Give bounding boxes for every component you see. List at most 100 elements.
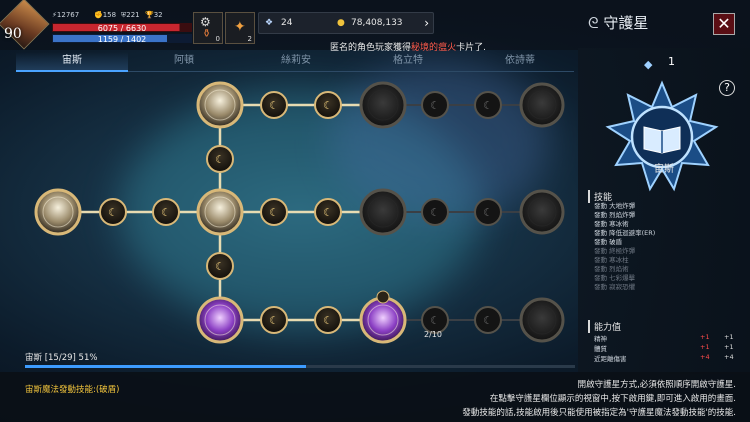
stat-total: +1 [724,343,734,351]
locked-moon-node[interactable]: ☾ [421,91,449,119]
crescent-moon-icon: ☾ [215,260,225,273]
crescent-moon-icon: ☾ [269,99,279,112]
crescent-moon-icon: ☾ [269,314,279,327]
crescent-moon-icon: ☾ [430,314,440,327]
close-button[interactable]: ✕ [713,13,735,35]
moon-node[interactable]: ☾ [314,306,342,334]
bottom-bar: 宙斯魔法發動技能:(破盾) 開啟守護星方式,必須依照順序開啟守護星. 在點擊守護… [0,372,750,422]
detail-panel: ◆ 1 ? 宙斯 技能 發動 大地炸彈 發動 烈焰炸彈 發動 寒冰術 發動 降低迴避率… [578,48,750,374]
tab-silian[interactable]: 絲莉安 [240,52,352,70]
locked-moon-node[interactable]: ☾ [474,306,502,334]
tab-bar: 宙斯 阿頓 絲莉安 格立特 依詩蒂 [16,52,574,72]
skill-item: 發動 終極炸彈 [594,247,636,255]
crescent-moon-icon: ☾ [430,206,440,219]
mp-text: 1159 / 1402 [97,35,147,44]
currency-bar[interactable]: ❖ 24 ● 78,408,133 › [258,12,434,34]
skill-item: 發動 烈焰術 [594,265,629,273]
info-line: 開啟守護星方式,必須依照順序開啟守護星. [577,380,736,390]
settings-slot[interactable]: ⚙ ⚱ 0 [193,12,223,44]
locked-node[interactable] [359,188,407,236]
moon-node[interactable]: ☾ [99,198,127,226]
skill-item: 發動 破盾 [594,238,623,246]
locked-moon-node[interactable]: ☾ [474,198,502,226]
locked-node[interactable] [519,82,565,128]
coin-icon: ● [337,18,345,28]
hp-bar: 6075 / 6630 [52,23,192,33]
potion-icon: ⚱ [202,27,212,40]
moon-node[interactable]: ☾ [314,198,342,226]
stat-power: ⚡12767 [52,11,80,19]
locked-node[interactable] [359,81,407,129]
star-node[interactable] [196,188,244,236]
stat-name: 體質 [594,345,607,353]
item-slot[interactable]: ✦ 2 [225,12,255,44]
progress-label: 宙斯 [15/29] 51% [25,353,98,363]
hp-text: 6075 / 6630 [97,24,147,33]
crystal-icon: ❖ [265,18,274,28]
avatar[interactable] [0,0,50,50]
zeus-emblem-icon [605,80,719,192]
moon-node[interactable]: ☾ [206,252,234,280]
stat-trophy: 🏆32 [145,11,163,19]
slot-count: 0 [215,35,220,43]
tab-zeus[interactable]: 宙斯 [16,52,128,72]
stat-total: +4 [724,353,734,361]
skill-item: 發動 大地炸彈 [594,202,636,210]
tab-aton[interactable]: 阿頓 [128,52,240,70]
crescent-moon-icon: ☾ [323,314,333,327]
moon-node[interactable]: ☾ [260,91,288,119]
crescent-moon-icon: ☾ [269,206,279,219]
tab-yishidi[interactable]: 依詩蒂 [464,52,576,70]
gem-count: 1 [668,55,675,68]
skill-item: 發動 烈焰炸彈 [594,211,636,219]
moon-node[interactable]: ☾ [206,145,234,173]
info-line: 發動技能的話,技能啟用後只能使用被指定為'守護星魔法發動技能'的技能. [462,408,736,418]
moon-node[interactable]: ☾ [152,198,180,226]
mp-bar: 1159 / 1402 [52,34,192,44]
locked-node[interactable] [519,297,565,343]
guardian-logo-icon: ᘓ [588,14,599,32]
stat-name: 近距離傷害 [594,355,627,363]
tree-links-locked [383,104,542,321]
stat-total: +1 [724,333,734,341]
stats-title: 能力值 [588,320,621,333]
crescent-moon-icon: ☾ [483,99,493,112]
skill-item: 發動 寒冰柱 [594,256,629,264]
star-node[interactable] [196,81,244,129]
crescent-moon-icon: ☾ [483,206,493,219]
stat-name: 精神 [594,335,607,343]
crescent-moon-icon: ☾ [161,206,171,219]
locked-moon-node[interactable]: ☾ [421,198,449,226]
start-node[interactable] [34,188,82,236]
crescent-moon-icon: ☾ [323,206,333,219]
skill-item: 發動 寒冰術 [594,220,629,228]
skill-item: 發動 七彩爆擊 [594,274,636,282]
progress-bar [25,365,306,368]
info-line: 在點擊守護星欄位顯示的視窗中,按下啟用鍵,即可進入啟用的畫面. [489,394,736,404]
trophy-icon: 🏆 [145,11,154,19]
crescent-moon-icon: ☾ [108,206,118,219]
selected-node[interactable] [359,296,407,344]
moon-node[interactable]: ☾ [314,91,342,119]
moon-node[interactable]: ☾ [260,306,288,334]
stat-current: +1 [700,343,710,351]
flame-icon: ✦ [234,19,246,35]
stat-row: 體質 +1 +1 [594,343,744,353]
rune-node[interactable] [196,296,244,344]
stat-row: 精神 +1 +1 [594,333,744,343]
stat-current: +4 [700,353,710,361]
chevron-right-icon[interactable]: › [424,16,429,30]
top-hud: 90 ⚡12767 ✊158 ⛨221 🏆32 6075 / 6630 1159… [0,0,750,53]
locked-node[interactable] [519,189,565,235]
emblem-name: 宙斯 [654,164,674,175]
help-button[interactable]: ? [719,80,735,96]
stat-row: 近距離傷害 +4 +4 [594,353,744,363]
slot-count: 2 [247,35,252,43]
node-level-text: 2/10 [424,330,442,339]
locked-moon-node[interactable]: ☾ [474,91,502,119]
stat-current: +1 [700,333,710,341]
crescent-moon-icon: ☾ [483,314,493,327]
player-level: 90 [4,26,22,42]
moon-node[interactable]: ☾ [260,198,288,226]
tab-gelite[interactable]: 格立特 [352,52,464,70]
